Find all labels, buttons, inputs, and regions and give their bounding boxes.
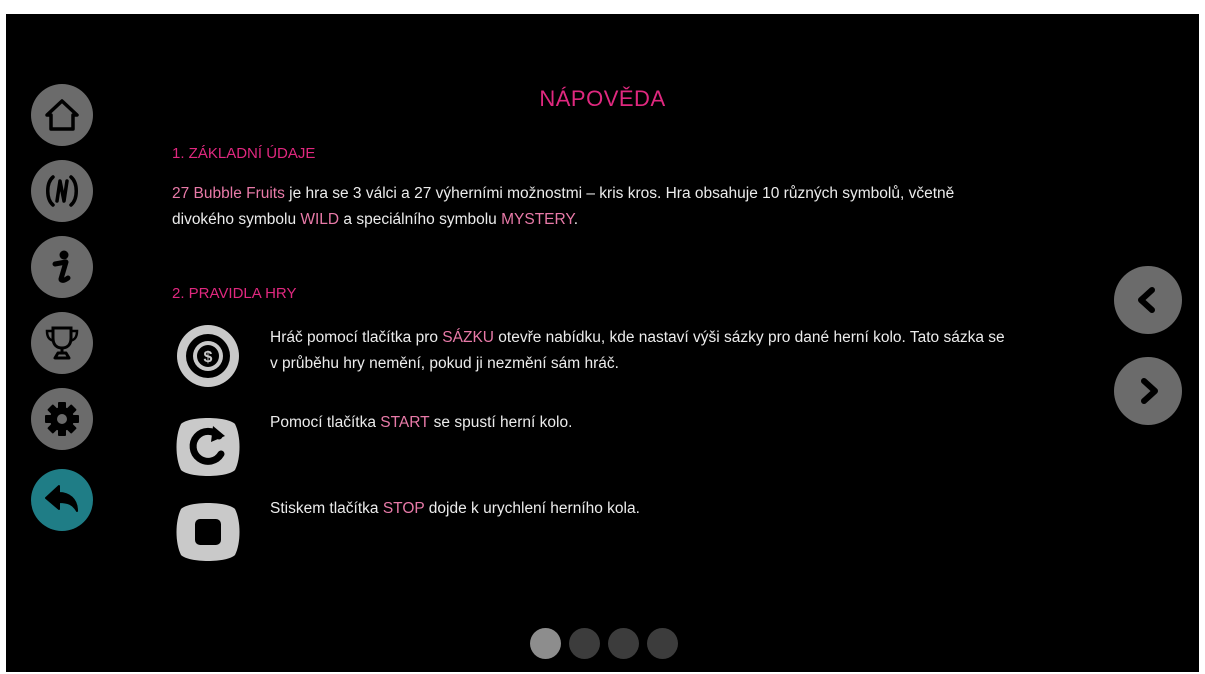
section-heading-rules: 2. PRAVIDLA HRY bbox=[172, 285, 297, 302]
basic-info-line-1: 27 Bubble Fruits je hra se 3 válci a 27 … bbox=[172, 181, 1052, 207]
chevron-left-icon bbox=[1138, 287, 1155, 313]
start-rule-a: Pomocí tlačítka bbox=[270, 414, 381, 431]
page-title: NÁPOVĚDA bbox=[539, 86, 666, 111]
help-screen: NÁPOVĚDA 1. ZÁKLADNÍ ÚDAJE 27 Bubble Fru… bbox=[6, 14, 1199, 672]
back-button[interactable] bbox=[31, 469, 93, 531]
start-button-illustration bbox=[174, 413, 242, 481]
bet-rule-a: Hráč pomocí tlačítka pro bbox=[270, 329, 443, 346]
bet-button-illustration: $ bbox=[174, 322, 242, 390]
trophy-icon bbox=[45, 326, 79, 360]
info-button[interactable] bbox=[31, 236, 93, 298]
bet-rule-line-2: v průběhu hry nemění, pokud ji nezmění s… bbox=[270, 355, 619, 372]
stop-rule-b: dojde k urychlení herního kola. bbox=[424, 500, 640, 517]
info-icon bbox=[52, 250, 71, 283]
chevron-right-icon bbox=[1141, 378, 1158, 404]
back-arrow-icon bbox=[45, 485, 78, 512]
settings-gear-icon bbox=[45, 402, 79, 436]
basic-info-line-2: divokého symbolu WILD a speciálního symb… bbox=[172, 207, 1052, 233]
start-rule-text: Pomocí tlačítka START se spustí herní ko… bbox=[270, 410, 1150, 436]
stop-rule-line: Stiskem tlačítka STOP dojde k urychlení … bbox=[270, 496, 1150, 522]
section-heading-basic-info: 1. ZÁKLADNÍ ÚDAJE bbox=[172, 145, 316, 162]
mystery-keyword: MYSTERY bbox=[501, 211, 574, 228]
page-dot-3[interactable] bbox=[608, 628, 639, 659]
page-dot-1[interactable] bbox=[530, 628, 561, 659]
start-rule-line: Pomocí tlačítka START se spustí herní ko… bbox=[270, 410, 1150, 436]
start-keyword: START bbox=[380, 414, 430, 431]
basic-info-line-2-b: a speciálního symbolu bbox=[339, 211, 502, 228]
basic-info-line-2-a: divokého symbolu bbox=[172, 211, 301, 228]
page-dot-2[interactable] bbox=[569, 628, 600, 659]
bet-rule-line-1: Hráč pomocí tlačítka pro SÁZKU otevře na… bbox=[270, 325, 1150, 351]
stop-square-icon bbox=[176, 503, 240, 561]
stop-keyword: STOP bbox=[382, 500, 425, 517]
start-refresh-icon bbox=[176, 418, 240, 476]
bet-rule-b: otevře nabídku, kde nastaví výši sázky p… bbox=[493, 329, 1005, 346]
next-page-button[interactable] bbox=[1114, 357, 1182, 425]
stop-button-illustration bbox=[174, 498, 242, 566]
bet-coin-icon: $ bbox=[177, 325, 239, 387]
previous-page-button[interactable] bbox=[1114, 266, 1182, 334]
page-dot-4[interactable] bbox=[647, 628, 678, 659]
trophy-button[interactable] bbox=[31, 312, 93, 374]
bet-rule-text: Hráč pomocí tlačítka pro SÁZKU otevře na… bbox=[270, 325, 1150, 377]
svg-text:$: $ bbox=[204, 349, 213, 366]
stop-rule-a: Stiskem tlačítka bbox=[270, 500, 383, 517]
paytable-icon bbox=[46, 175, 78, 207]
basic-info-line-1-rest: je hra se 3 válci a 27 výherními možnost… bbox=[284, 185, 955, 202]
settings-button[interactable] bbox=[31, 388, 93, 450]
section-basic-info-text: 27 Bubble Fruits je hra se 3 válci a 27 … bbox=[172, 181, 1052, 233]
stop-rule-text: Stiskem tlačítka STOP dojde k urychlení … bbox=[270, 496, 1150, 522]
game-name: 27 Bubble Fruits bbox=[172, 185, 285, 202]
pagination bbox=[530, 628, 678, 659]
wild-keyword: WILD bbox=[300, 211, 340, 228]
paytable-button[interactable] bbox=[31, 160, 93, 222]
start-rule-b: se spustí herní kolo. bbox=[429, 414, 573, 431]
basic-info-line-2-c: . bbox=[573, 211, 579, 228]
bet-keyword: SÁZKU bbox=[442, 329, 494, 346]
